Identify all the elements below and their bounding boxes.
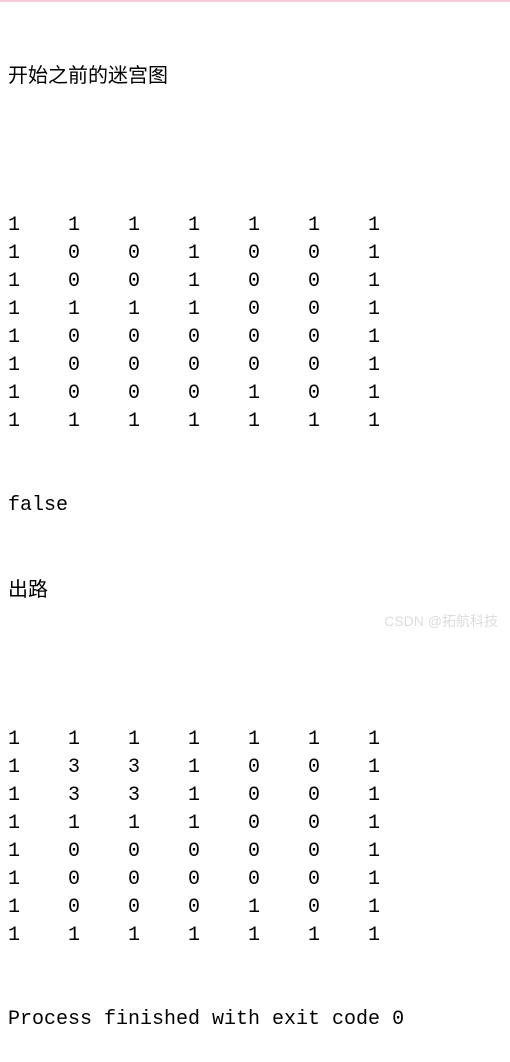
spacer	[8, 662, 502, 670]
grid-row: 1 0 0 1 0 0 1	[8, 268, 502, 296]
grid-row: 1 1 1 1 0 0 1	[8, 296, 502, 324]
spacer	[8, 148, 502, 156]
grid-row: 1 0 0 0 0 0 1	[8, 352, 502, 380]
grid-row: 1 1 1 1 1 1 1	[8, 212, 502, 240]
grid-row: 1 3 3 1 0 0 1	[8, 754, 502, 782]
maze-grid-2: 1 1 1 1 1 1 11 3 3 1 0 0 11 3 3 1 0 0 11…	[8, 726, 502, 950]
grid-row: 1 0 0 0 0 0 1	[8, 324, 502, 352]
grid-row: 1 0 0 0 1 0 1	[8, 380, 502, 408]
grid-row: 1 0 0 0 0 0 1	[8, 838, 502, 866]
console-output: 开始之前的迷宫图 1 1 1 1 1 1 11 0 0 1 0 0 11 0 0…	[0, 2, 510, 1062]
grid-row: 1 1 1 1 1 1 1	[8, 922, 502, 950]
exit-message: Process finished with exit code 0	[8, 1006, 502, 1034]
grid-row: 1 0 0 0 0 0 1	[8, 866, 502, 894]
heading-before-maze: 开始之前的迷宫图	[8, 62, 502, 90]
grid-row: 1 3 3 1 0 0 1	[8, 782, 502, 810]
grid-row: 1 0 0 0 1 0 1	[8, 894, 502, 922]
bool-result: false	[8, 492, 502, 520]
grid-row: 1 1 1 1 1 1 1	[8, 408, 502, 436]
grid-row: 1 1 1 1 1 1 1	[8, 726, 502, 754]
heading-exit-path: 出路	[8, 576, 502, 604]
grid-row: 1 1 1 1 0 0 1	[8, 810, 502, 838]
maze-grid-1: 1 1 1 1 1 1 11 0 0 1 0 0 11 0 0 1 0 0 11…	[8, 212, 502, 436]
grid-row: 1 0 0 1 0 0 1	[8, 240, 502, 268]
